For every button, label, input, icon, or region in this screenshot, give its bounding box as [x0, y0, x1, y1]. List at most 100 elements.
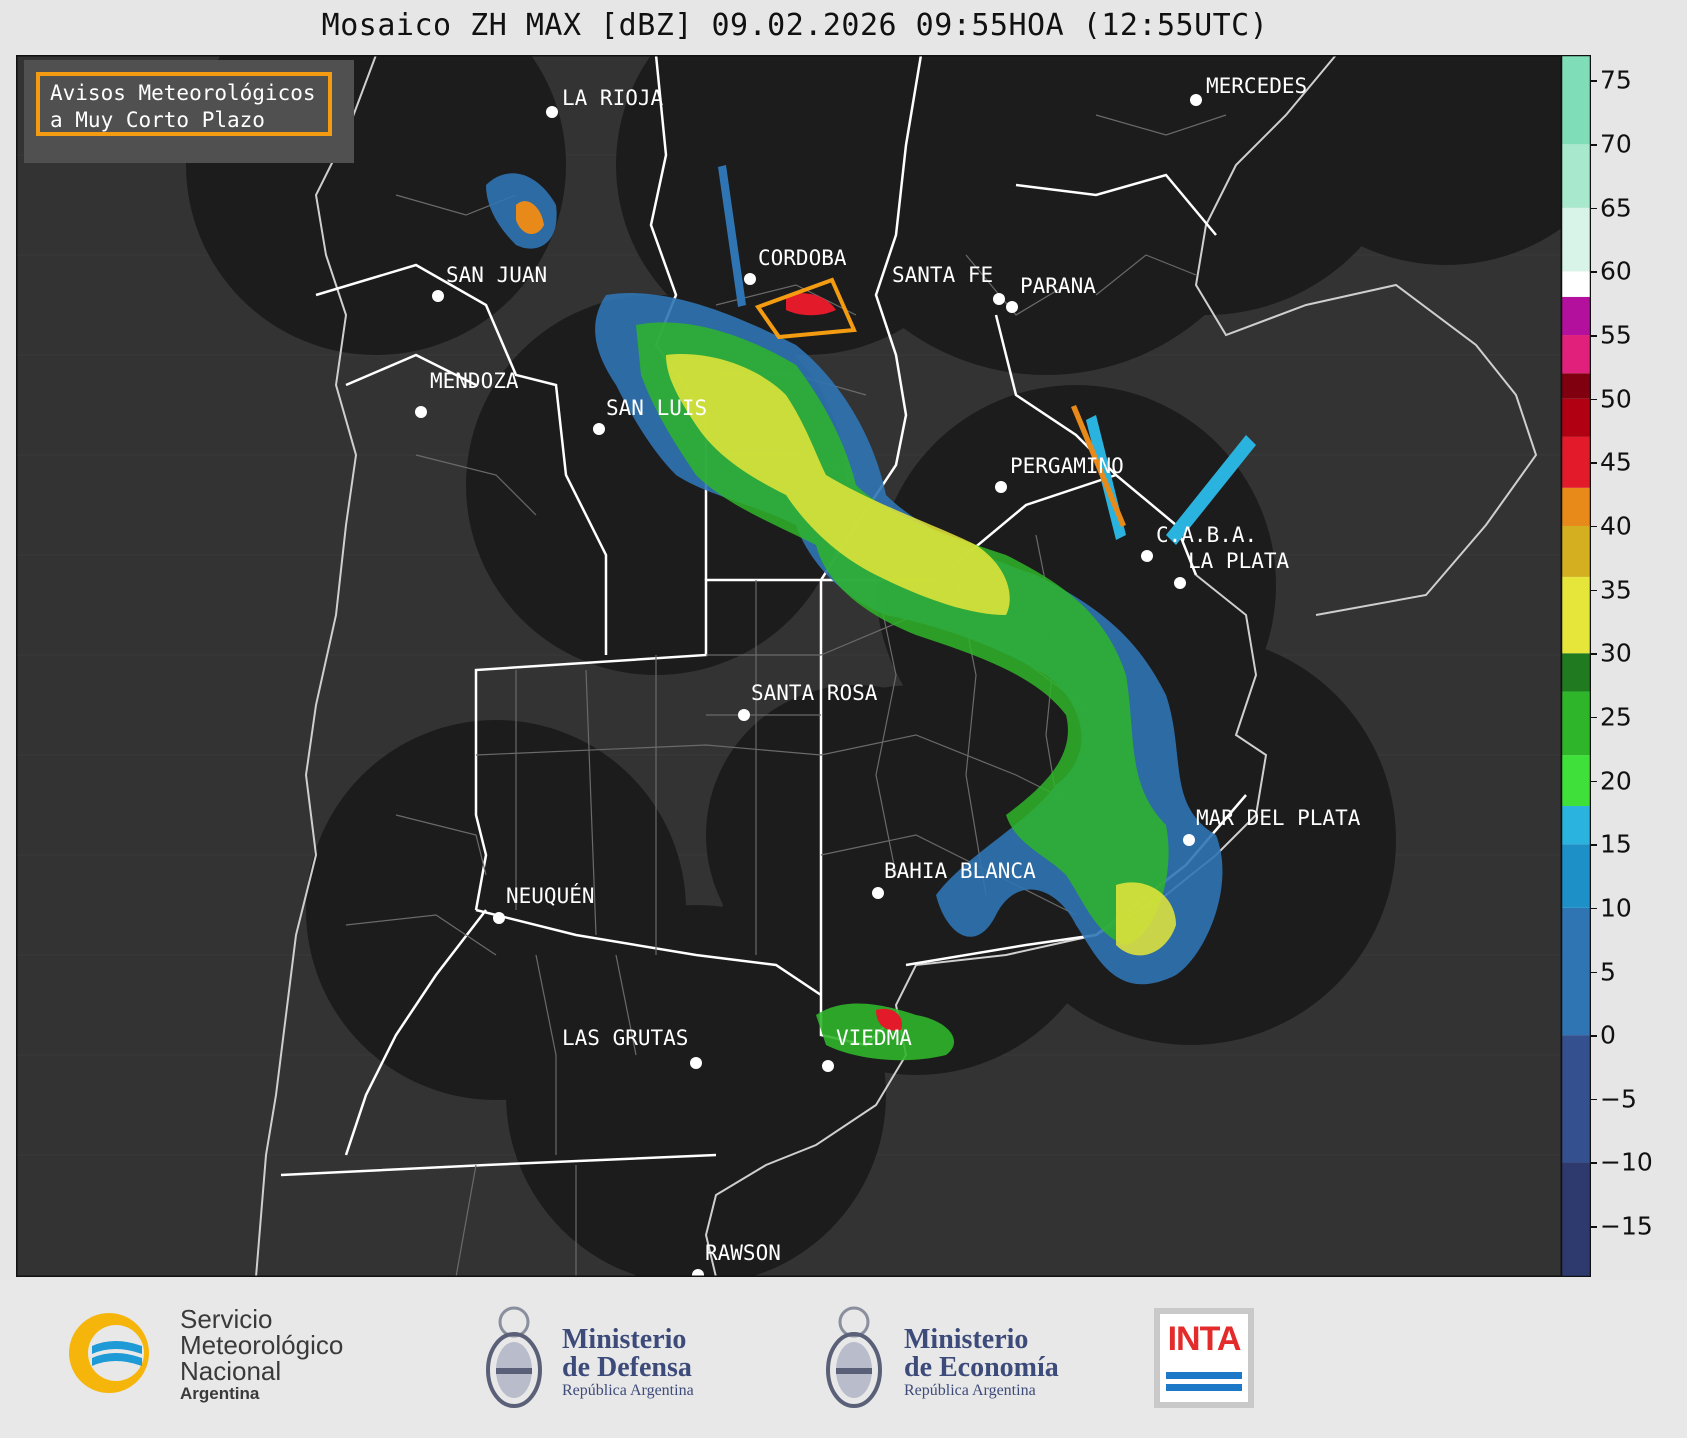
colorbar-segment: [1561, 487, 1591, 526]
city-dot: [690, 1057, 702, 1069]
city-dot: [872, 887, 884, 899]
city-label: PERGAMINO: [1010, 454, 1124, 478]
colorbar-tick-label: 60: [1600, 256, 1632, 286]
colorbar-tick-label: 5: [1600, 957, 1616, 986]
city-dot: [493, 912, 505, 924]
city-dot: [415, 406, 427, 418]
colorbar-tick-label: 35: [1600, 575, 1632, 605]
city-label: RAWSON: [705, 1241, 781, 1265]
colorbar-tick-mark: [1591, 1098, 1597, 1101]
economia-sub: República Argentina: [904, 1382, 1036, 1399]
economia-logo-text: Ministerio de Economía República Argenti…: [904, 1326, 1059, 1400]
city-dot: [993, 293, 1005, 305]
colorbar-segment: [1561, 806, 1591, 845]
colorbar-segment: [1561, 907, 1591, 1036]
colorbar-segment: [1561, 576, 1591, 654]
city-label: MAR DEL PLATA: [1196, 806, 1361, 830]
colorbar-segment: [1561, 691, 1591, 756]
defensa-logo-text: Ministerio de Defensa República Argentin…: [562, 1326, 694, 1400]
city-label: VIEDMA: [836, 1026, 912, 1050]
smn-line3: Nacional: [180, 1356, 282, 1386]
warnings-link[interactable]: Avisos Meteorológicos a Muy Corto Plazo: [36, 72, 332, 136]
colorbar-tick-mark: [1591, 716, 1597, 719]
city-label: SANTA FE: [892, 263, 993, 287]
colorbar-tick-label: 50: [1600, 384, 1632, 414]
colorbar-tick-label: −15: [1600, 1211, 1653, 1241]
colorbar-tick-label: 20: [1600, 766, 1632, 796]
city-label: BAHIA BLANCA: [884, 859, 1036, 883]
city-label: SAN LUIS: [606, 396, 707, 420]
colorbar-segment: [1561, 844, 1591, 908]
colorbar-segment: [1561, 525, 1591, 577]
colorbar-tick-label: 45: [1600, 447, 1632, 477]
colorbar-segment: [1561, 1162, 1591, 1277]
colorbar-tick-label: 0: [1600, 1020, 1616, 1050]
colorbar-tick-mark: [1591, 335, 1597, 337]
city-dot: [593, 423, 605, 435]
city-label: C.A.B.A.: [1156, 523, 1257, 547]
colorbar-tick-label: 75: [1600, 65, 1632, 95]
smn-logo-text: Servicio Meteorológico Nacional Argentin…: [180, 1306, 343, 1404]
colorbar-tick-mark: [1591, 398, 1597, 401]
city-label: CORDOBA: [758, 246, 847, 270]
inta-logo-word: INTA: [1167, 1320, 1242, 1358]
colorbar-segment: [1561, 1035, 1591, 1163]
colorbar-tick-mark: [1591, 207, 1597, 210]
colorbar-segment: [1561, 296, 1591, 336]
city-dot: [1174, 577, 1186, 589]
colorbar-tick-mark: [1591, 1226, 1597, 1228]
city-label: LA RIOJA: [562, 86, 664, 110]
city-label: MENDOZA: [430, 369, 519, 393]
city-label: LA PLATA: [1188, 549, 1290, 573]
colorbar-tick-mark: [1591, 271, 1597, 273]
city-label: MERCEDES: [1206, 74, 1307, 98]
colorbar-tick-label: 30: [1600, 638, 1632, 668]
colorbar-segment: [1561, 335, 1591, 374]
colorbar-segment: [1561, 653, 1591, 692]
coat-of-arms-icon: [486, 1306, 542, 1408]
city-dot: [995, 481, 1007, 493]
city-dot: [1141, 550, 1153, 562]
map-title: Mosaico ZH MAX [dBZ] 09.02.2026 09:55HOA…: [321, 8, 1269, 43]
colorbar-segment: [1561, 398, 1591, 437]
colorbar-tick-mark: [1591, 844, 1597, 846]
city-label: NEUQUÉN: [506, 883, 595, 908]
colorbar-tick-mark: [1591, 80, 1597, 82]
colorbar-tick-label: 65: [1600, 193, 1632, 223]
smn-line1: Servicio: [180, 1304, 273, 1334]
colorbar-segment: [1561, 55, 1591, 145]
colorbar-tick-label: 10: [1600, 893, 1632, 923]
colorbar-tick-mark: [1591, 462, 1597, 464]
colorbar-tick-mark: [1591, 525, 1597, 528]
defensa-line2: de Defensa: [562, 1352, 692, 1383]
economia-line1: Ministerio: [904, 1324, 1029, 1355]
city-dot: [546, 106, 558, 118]
city-label: LAS GRUTAS: [562, 1026, 688, 1050]
colorbar-segment: [1561, 271, 1591, 297]
city-dot: [738, 709, 750, 721]
warnings-link-line1: Avisos Meteorológicos: [50, 81, 316, 105]
city-dot: [1183, 834, 1195, 846]
colorbar-tick-mark: [1591, 780, 1597, 783]
coat-of-arms-icon: [826, 1306, 882, 1408]
colorbar-tick-label: −5: [1600, 1084, 1637, 1114]
defensa-sub: República Argentina: [562, 1382, 694, 1399]
economia-line2: de Economía: [904, 1352, 1059, 1383]
city-label: PARANA: [1020, 274, 1096, 298]
warnings-link-panel[interactable]: Avisos Meteorológicos a Muy Corto Plazo: [24, 60, 354, 163]
colorbar-tick-mark: [1591, 1162, 1597, 1164]
colorbar-tick-label: 25: [1600, 702, 1632, 732]
smn-logo-icon: [69, 1313, 149, 1393]
colorbar-tick-label: 55: [1600, 320, 1632, 350]
colorbar-tick-mark: [1591, 653, 1597, 655]
colorbar-tick-label: 15: [1600, 829, 1632, 859]
inta-stripe: [1166, 1372, 1242, 1379]
colorbar-segment: [1561, 207, 1591, 272]
smn-sub: Argentina: [180, 1384, 260, 1403]
colorbar-tick-mark: [1591, 144, 1597, 146]
colorbar-tick-mark: [1591, 589, 1597, 592]
city-label: SANTA ROSA: [751, 681, 878, 705]
inta-logo-inner: INTA: [1160, 1314, 1248, 1402]
colorbar-tick-mark: [1591, 1035, 1597, 1037]
radar-map[interactable]: LA RIOJA MERCEDES CORDOBA SAN JUAN SANTA…: [16, 55, 1562, 1277]
